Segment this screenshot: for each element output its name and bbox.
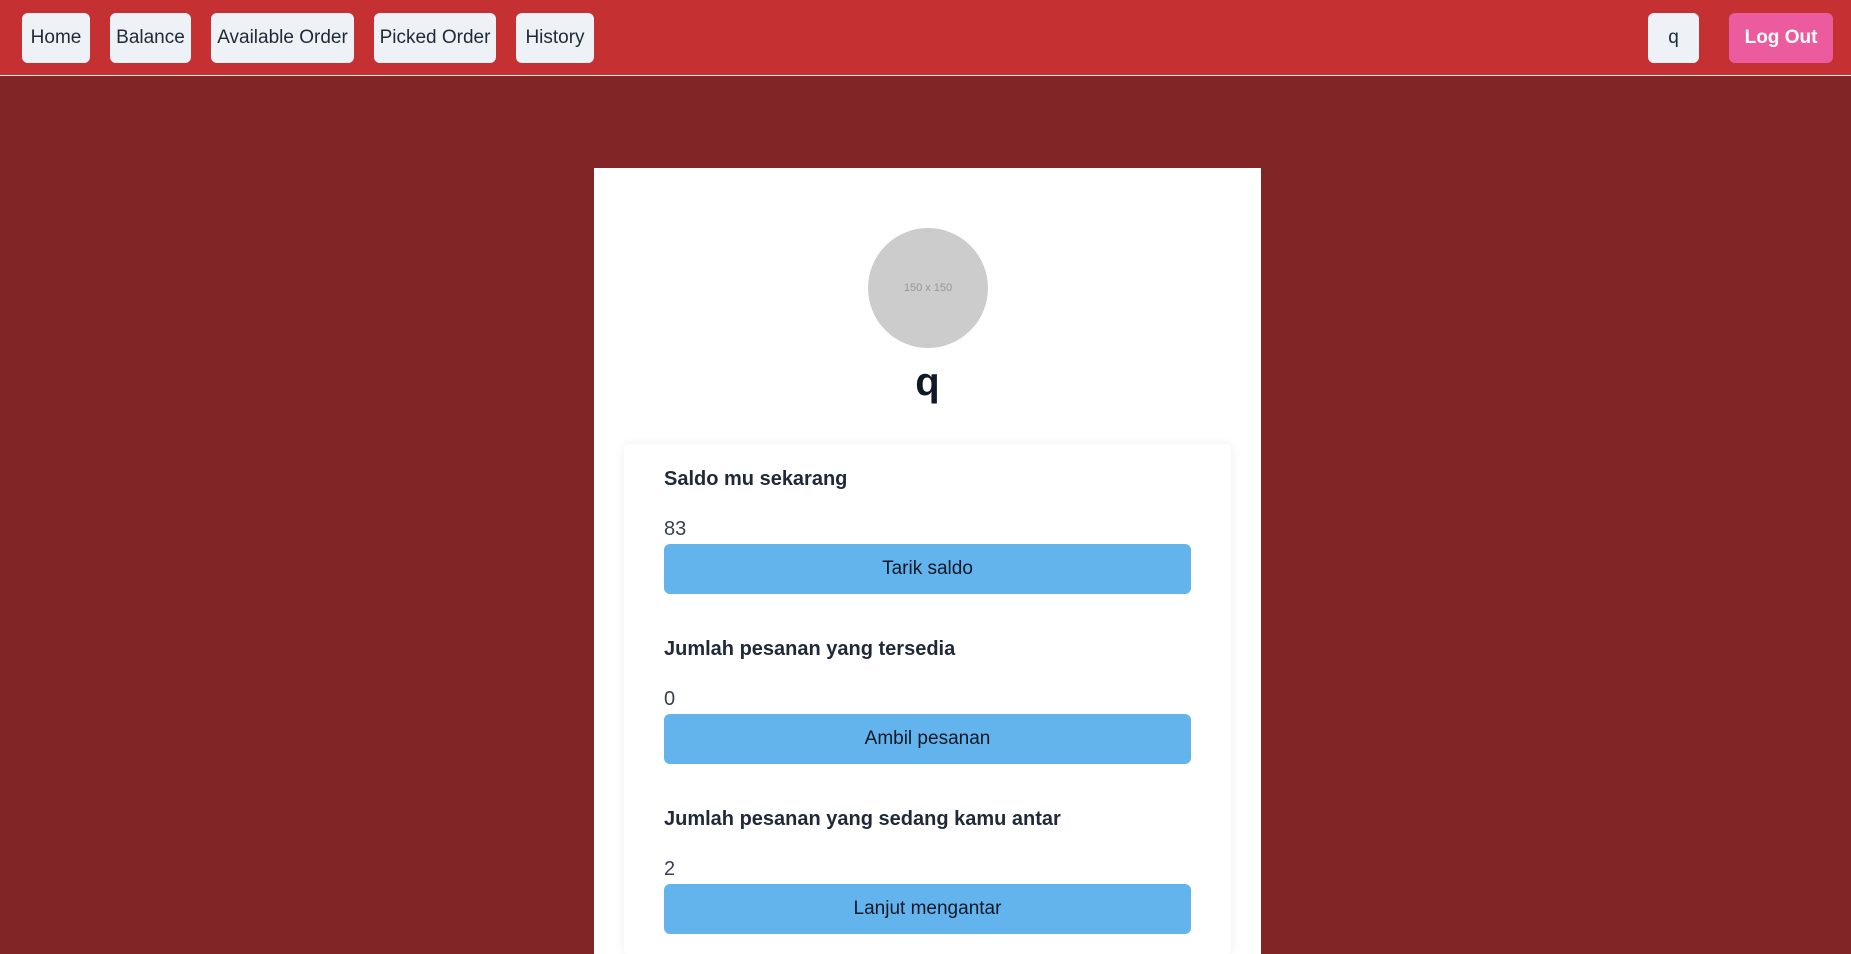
username-heading: q (915, 360, 940, 404)
withdraw-balance-button[interactable]: Tarik saldo (664, 544, 1191, 594)
navbar: Home Balance Available Order Picked Orde… (0, 0, 1851, 76)
delivering-orders-title: Jumlah pesanan yang sedang kamu antar (664, 808, 1061, 830)
balance-title: Saldo mu sekarang (664, 468, 848, 490)
continue-delivery-button[interactable]: Lanjut mengantar (664, 884, 1191, 934)
nav-balance-button[interactable]: Balance (110, 13, 191, 63)
nav-home-button[interactable]: Home (22, 13, 90, 63)
nav-picked-order-button[interactable]: Picked Order (374, 13, 496, 63)
delivering-orders-value: 2 (664, 858, 676, 880)
profile-card: 150 x 150 q Saldo mu sekarang 83 Tarik s… (594, 168, 1261, 954)
available-orders-value: 0 (664, 688, 676, 710)
nav-history-button[interactable]: History (516, 13, 594, 63)
logout-button[interactable]: Log Out (1729, 13, 1833, 63)
balance-value: 83 (664, 518, 687, 540)
user-profile-button[interactable]: q (1648, 13, 1699, 63)
nav-available-order-button[interactable]: Available Order (211, 13, 354, 63)
available-orders-title: Jumlah pesanan yang tersedia (664, 638, 956, 660)
avatar: 150 x 150 (868, 228, 988, 348)
stats-panel: Saldo mu sekarang 83 Tarik saldo Jumlah … (624, 444, 1231, 954)
avatar-placeholder-text: 150 x 150 (903, 282, 953, 294)
take-order-button[interactable]: Ambil pesanan (664, 714, 1191, 764)
